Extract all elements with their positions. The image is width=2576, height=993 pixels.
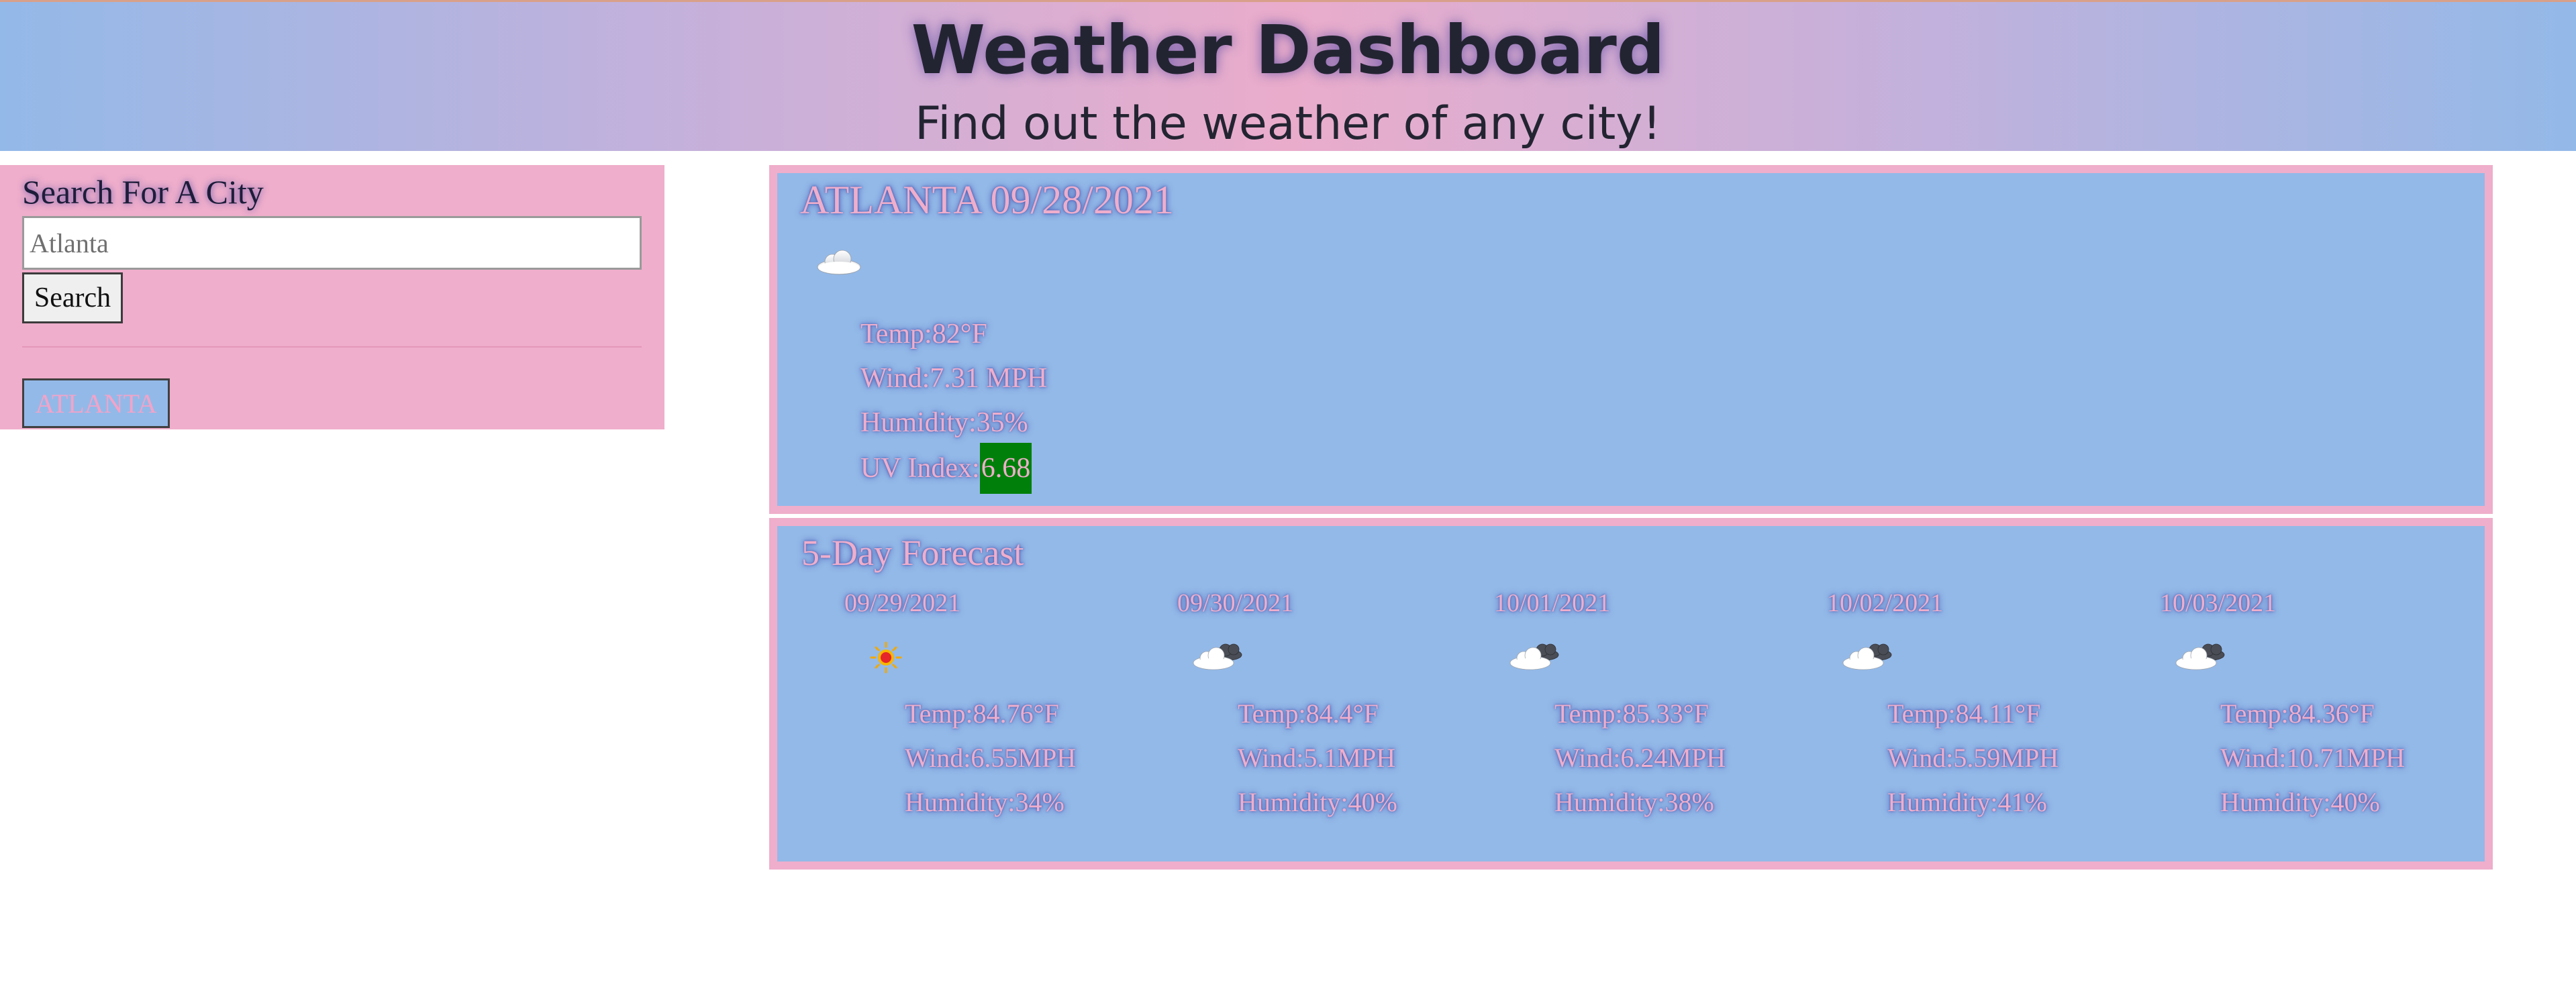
cloud-icon [1509, 643, 1559, 670]
forecast-temp: Temp:84.76°F [905, 698, 1059, 729]
forecast-day: 10/01/2021 Temp:85.33°F Wind:6.24MPH Hum… [1494, 586, 1816, 855]
forecast-humidity: Humidity:40% [2220, 787, 2380, 817]
forecast-day: 09/30/2021 Temp:84.4°F Wind:5.1MPH Humid… [1177, 586, 1499, 855]
page-subtitle: Find out the weather of any city! [915, 97, 1661, 150]
forecast-temp: Temp:85.33°F [1554, 698, 1709, 729]
cloud-icon [2175, 643, 2225, 670]
current-city-title: ATLANTA 09/28/2021 [800, 178, 1174, 222]
forecast-wind: Wind:6.24MPH [1554, 743, 1726, 773]
sun-icon [870, 641, 902, 674]
forecast-wind: Wind:10.71MPH [2220, 743, 2406, 773]
forecast-card: 5-Day Forecast 09/29/2021 Temp:84.76°F W… [769, 518, 2493, 870]
page-header: Weather Dashboard Find out the weather o… [0, 0, 2576, 151]
cloud-icon [1193, 643, 1242, 670]
history-city-button[interactable]: ATLANTA [22, 378, 170, 428]
uv-index-label: UV Index: [860, 453, 980, 484]
forecast-day: 09/29/2021 Temp:84.76°F Wind:6.55MPH Hum [844, 586, 1167, 855]
forecast-wind: Wind:5.59MPH [1887, 743, 2059, 773]
forecast-date: 10/01/2021 [1494, 589, 1611, 617]
forecast-date: 10/02/2021 [1827, 589, 1944, 617]
forecast-humidity: Humidity:34% [905, 787, 1064, 817]
search-sidebar: Search For A City Search ATLANTA [0, 165, 664, 429]
forecast-humidity: Humidity:38% [1554, 787, 1714, 817]
current-weather-card: ATLANTA 09/28/2021 Temp:82°F Wind:7.31 M… [769, 165, 2493, 514]
forecast-day: 10/02/2021 Temp:84.11°F Wind:5.59MPH Hum… [1827, 586, 2149, 855]
forecast-date: 10/03/2021 [2160, 589, 2277, 617]
cloud-icon [1842, 643, 1892, 670]
sidebar-divider [22, 346, 642, 348]
forecast-wind: Wind:5.1MPH [1238, 743, 1396, 773]
search-heading: Search For A City [22, 173, 264, 211]
search-button[interactable]: Search [22, 272, 123, 323]
current-temp: Temp:82°F [860, 319, 987, 350]
forecast-temp: Temp:84.36°F [2220, 698, 2375, 729]
forecast-humidity: Humidity:40% [1238, 787, 1397, 817]
current-uv-row: UV Index:6.68 [860, 443, 1032, 494]
forecast-wind: Wind:6.55MPH [905, 743, 1077, 773]
forecast-temp: Temp:84.4°F [1238, 698, 1379, 729]
forecast-day: 10/03/2021 Temp:84.36°F Wind:10.71MPH Hu… [2160, 586, 2482, 855]
forecast-humidity: Humidity:41% [1887, 787, 2047, 817]
forecast-date: 09/29/2021 [844, 589, 961, 617]
city-search-input[interactable] [22, 216, 642, 270]
current-wind: Wind:7.31 MPH [860, 363, 1048, 394]
forecast-title: 5-Day Forecast [801, 533, 1024, 573]
uv-index-badge: 6.68 [979, 443, 1032, 494]
forecast-date: 09/30/2021 [1177, 589, 1294, 617]
cloud-icon [817, 250, 861, 275]
current-humidity: Humidity:35% [860, 407, 1028, 438]
forecast-temp: Temp:84.11°F [1887, 698, 2041, 729]
page-title: Weather Dashboard [911, 11, 1665, 89]
